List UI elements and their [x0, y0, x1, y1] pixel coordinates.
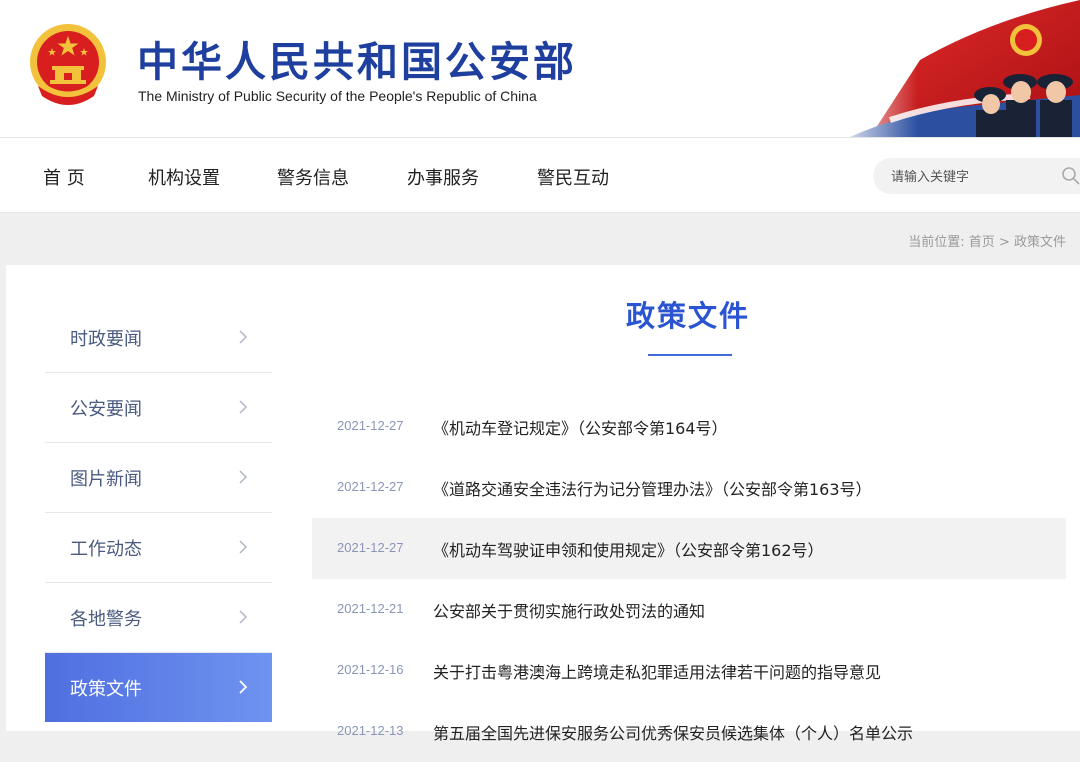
chevron-right-icon [239, 330, 248, 344]
list-item-date: 2021-12-16 [337, 662, 404, 677]
sidebar-item-photo-news[interactable]: 图片新闻 [45, 443, 272, 513]
list-item[interactable]: 2021-12-16 关于打击粤港澳海上跨境走私犯罪适用法律若干问题的指导意见 [312, 640, 1066, 701]
chevron-right-icon [239, 540, 248, 554]
breadcrumb-separator: > [994, 235, 1014, 250]
list-item-date: 2021-12-27 [337, 418, 404, 433]
list-item-title[interactable]: 《机动车登记规定》（公安部令第164号） [433, 415, 728, 439]
list-item-date: 2021-12-27 [337, 479, 404, 494]
main-nav: 首 页 机构设置 警务信息 办事服务 警民互动 [0, 137, 1080, 213]
list-item[interactable]: 2021-12-13 第五届全国先进保安服务公司优秀保安员候选集体（个人）名单公… [312, 701, 1066, 762]
list-item-title[interactable]: 公安部关于贯彻实施行政处罚法的通知 [433, 598, 705, 622]
nav-item-home[interactable]: 首 页 [43, 164, 85, 190]
sidebar-item-local-police[interactable]: 各地警务 [45, 583, 272, 653]
sidebar-item-label: 时政要闻 [70, 329, 142, 350]
sidebar-item-label: 政策文件 [70, 679, 142, 700]
sidebar-item-label: 图片新闻 [70, 469, 142, 490]
list-item-title[interactable]: 《机动车驾驶证申领和使用规定》（公安部令第162号） [433, 537, 824, 561]
chevron-right-icon [239, 680, 248, 694]
chevron-right-icon [239, 470, 248, 484]
sidebar-item-current-affairs[interactable]: 时政要闻 [45, 303, 272, 373]
list-item[interactable]: 2021-12-27 《机动车登记规定》（公安部令第164号） [312, 396, 1066, 457]
nav-item-services[interactable]: 办事服务 [407, 164, 479, 190]
search-input[interactable] [889, 166, 1063, 188]
sidebar: 时政要闻 公安要闻 图片新闻 工作动态 各地警务 政策文件 [45, 303, 272, 722]
site-title-cn[interactable]: 中华人民共和国公安部 [137, 28, 577, 88]
chevron-right-icon [239, 610, 248, 624]
list-item-title[interactable]: 第五届全国先进保安服务公司优秀保安员候选集体（个人）名单公示 [433, 720, 913, 744]
policy-list: 2021-12-27 《机动车登记规定》（公安部令第164号） 2021-12-… [312, 396, 1066, 762]
page-title: 政策文件 [625, 299, 750, 333]
nav-item-organization[interactable]: 机构设置 [148, 164, 220, 190]
search-box [873, 158, 1080, 194]
list-item-title[interactable]: 《道路交通安全违法行为记分管理办法》（公安部令第163号） [433, 476, 872, 500]
title-underline [648, 354, 732, 356]
breadcrumb-current: 政策文件 [1013, 235, 1066, 250]
breadcrumb-prefix: 当前位置: [908, 235, 969, 250]
national-emblem-icon[interactable] [28, 22, 108, 110]
sidebar-item-label: 各地警务 [70, 609, 142, 630]
flag-police-banner [830, 0, 1080, 137]
breadcrumb-home-link[interactable]: 首页 [969, 235, 995, 250]
sidebar-item-label: 公安要闻 [70, 399, 142, 420]
nav-item-interaction[interactable]: 警民互动 [537, 164, 609, 190]
sidebar-item-label: 工作动态 [70, 539, 142, 560]
list-item-title[interactable]: 关于打击粤港澳海上跨境走私犯罪适用法律若干问题的指导意见 [433, 659, 881, 683]
list-item-date: 2021-12-27 [337, 540, 404, 555]
list-item[interactable]: 2021-12-21 公安部关于贯彻实施行政处罚法的通知 [312, 579, 1066, 640]
site-title-en: The Ministry of Public Security of the P… [138, 88, 537, 104]
nav-item-police-info[interactable]: 警务信息 [277, 164, 349, 190]
list-item-date: 2021-12-21 [337, 601, 404, 616]
sidebar-item-public-security-news[interactable]: 公安要闻 [45, 373, 272, 443]
list-item[interactable]: 2021-12-27 《机动车驾驶证申领和使用规定》（公安部令第162号） [312, 518, 1066, 579]
chevron-right-icon [239, 400, 248, 414]
sidebar-item-work-updates[interactable]: 工作动态 [45, 513, 272, 583]
search-icon[interactable] [1061, 166, 1080, 186]
list-item[interactable]: 2021-12-27 《道路交通安全违法行为记分管理办法》（公安部令第163号） [312, 457, 1066, 518]
sidebar-item-policy-documents[interactable]: 政策文件 [45, 653, 272, 722]
site-header: 中华人民共和国公安部 The Ministry of Public Securi… [0, 0, 1080, 137]
breadcrumb: 当前位置: 首页 > 政策文件 [908, 231, 1066, 250]
